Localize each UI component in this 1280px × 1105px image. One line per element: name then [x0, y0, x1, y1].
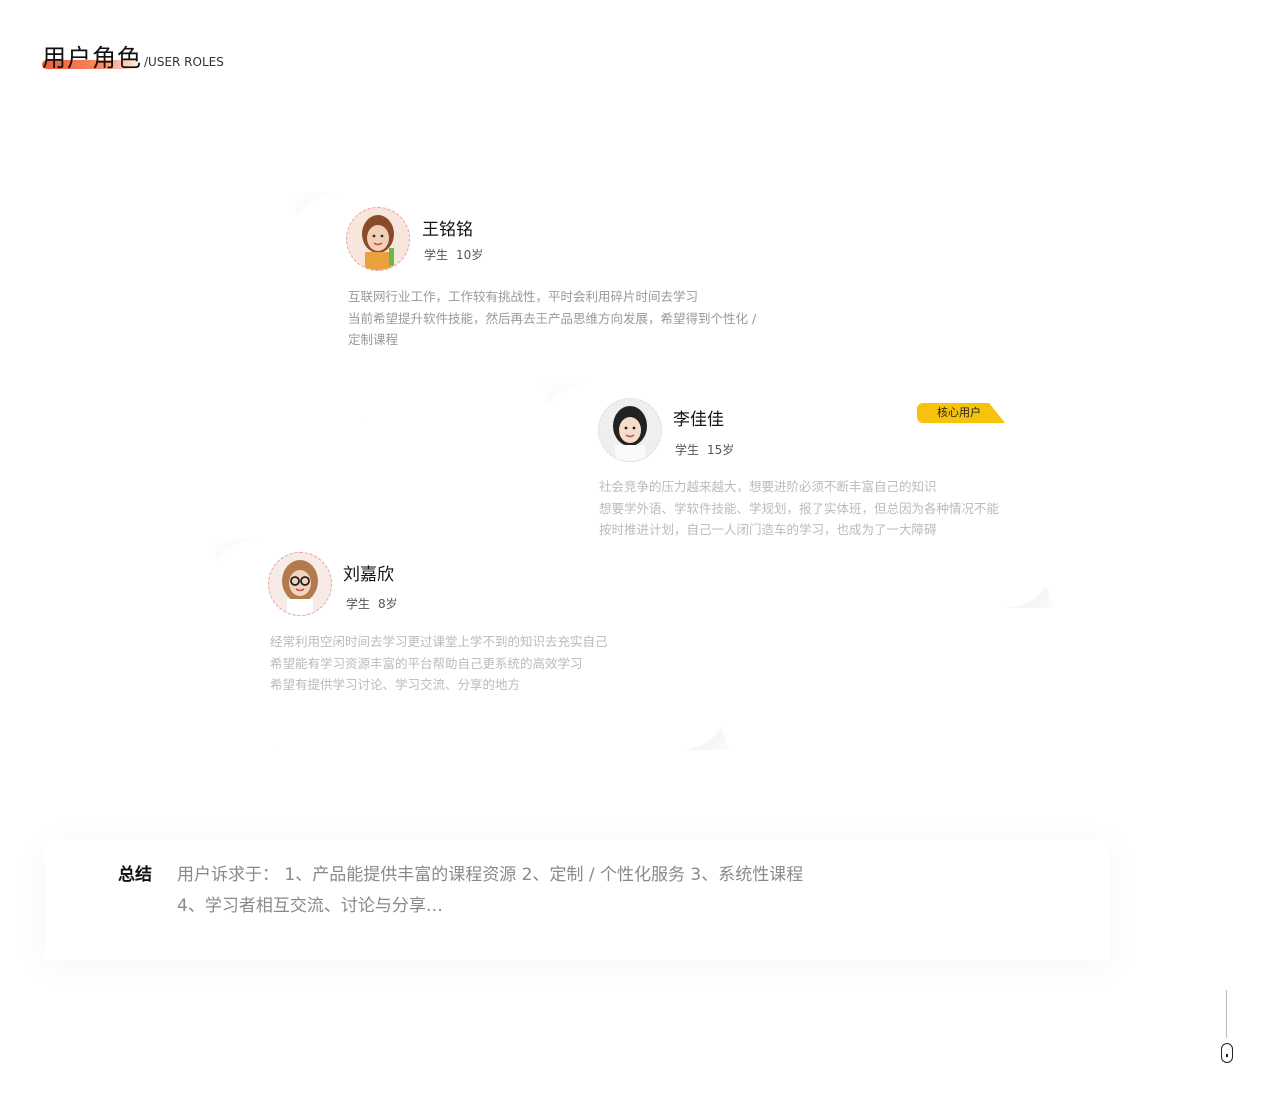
mouse-scroll-icon[interactable] [1221, 1043, 1233, 1063]
persona-name: 李佳佳 [673, 410, 724, 430]
description-line: 经常利用空闲时间去学习更过课堂上学不到的知识去充实自己 [270, 634, 608, 649]
avatar-li [598, 398, 662, 462]
persona-name: 王铭铭 [422, 220, 473, 240]
description-line: 想要学外语、学软件技能、学规划，报了实体班，但总因为各种情况不能 [599, 500, 1000, 516]
page-title: 用户角色 [42, 44, 142, 72]
avatar-wang [346, 207, 410, 271]
summary-line: 用户诉求于： 1、产品能提供丰富的课程资源 2、定制 / 个性化服务 3、系统性… [177, 865, 804, 885]
persona-age: 10岁 [456, 248, 484, 262]
core-user-badge: 核心用户 [917, 403, 1005, 423]
persona-description: 互联网行业工作，工作较有挑战性，平时会利用碎片时间去学习 当前希望提升软件技能，… [348, 286, 756, 351]
scroll-indicator-line [1226, 990, 1227, 1038]
summary-label: 总结 [118, 865, 152, 885]
page-subtitle: /USER ROLES [144, 55, 224, 69]
avatar-liu [268, 552, 332, 616]
persona-meta: 学生 10岁 [424, 246, 491, 263]
description-line: 当前希望提升软件技能，然后再去王产品思维方向发展，希望得到个性化 / [348, 310, 757, 326]
persona-description: 社会竞争的压力越来越大，想要进阶必须不断丰富自己的知识 想要学外语、学软件技能、… [599, 476, 999, 541]
persona-role: 学生 [675, 443, 700, 457]
description-line: 互联网行业工作，工作较有挑战性，平时会利用碎片时间去学习 [348, 289, 699, 304]
summary-line: 4、学习者相互交流、讨论与分享… [177, 896, 443, 916]
persona-meta: 学生 8岁 [346, 595, 406, 612]
persona-description: 经常利用空闲时间去学习更过课堂上学不到的知识去充实自己 希望能有学习资源丰富的平… [270, 631, 608, 696]
description-line: 希望能有学习资源丰富的平台帮助自己更系统的高效学习 [270, 655, 583, 671]
persona-name: 刘嘉欣 [343, 565, 394, 585]
description-line: 定制课程 [348, 332, 399, 347]
section-header: 用户角色/USER ROLES [42, 38, 224, 74]
persona-age: 8岁 [378, 597, 398, 611]
persona-age: 15岁 [707, 443, 735, 457]
persona-meta: 学生 15岁 [675, 441, 742, 458]
description-line: 按时推进计划，自己一人闭门造车的学习，也成为了一大障碍 [599, 522, 937, 537]
description-line: 希望有提供学习讨论、学习交流、分享的地方 [270, 677, 521, 692]
persona-role: 学生 [424, 248, 449, 262]
description-line: 社会竞争的压力越来越大，想要进阶必须不断丰富自己的知识 [599, 479, 937, 494]
persona-role: 学生 [346, 597, 371, 611]
